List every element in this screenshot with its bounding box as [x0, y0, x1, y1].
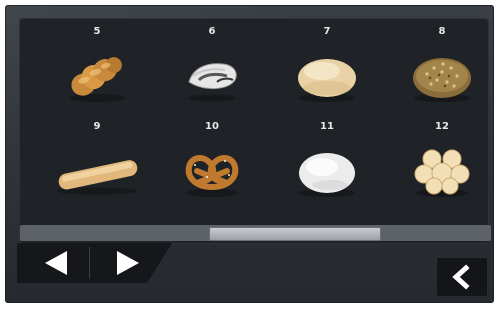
previous-page-button[interactable]	[39, 249, 75, 277]
program-number: 12	[435, 121, 449, 132]
program-number: 9	[93, 121, 101, 132]
program-number: 6	[208, 26, 216, 37]
scrollbar-thumb[interactable]	[209, 227, 381, 241]
white-roll-icon	[298, 59, 356, 102]
back-button[interactable]	[436, 257, 488, 297]
program-tile-11[interactable]: 11	[272, 113, 382, 221]
program-number: 11	[320, 121, 334, 132]
pretzel-icon	[185, 155, 239, 197]
program-tile-7[interactable]: 7	[272, 18, 382, 126]
program-tile-8[interactable]: 8	[387, 18, 494, 126]
oven-screen: 5 6 7 8 9 10 11 12	[5, 5, 494, 303]
croissant-icon	[188, 63, 237, 102]
nav-divider	[89, 247, 90, 279]
program-number: 5	[93, 26, 101, 37]
horizontal-scrollbar[interactable]	[20, 225, 491, 241]
program-tile-12[interactable]: 12	[387, 113, 494, 221]
chevron-left-icon	[452, 264, 470, 290]
program-number: 8	[438, 26, 446, 37]
flour-roll-icon	[299, 153, 355, 197]
arrow-right-icon	[117, 251, 139, 275]
program-number: 10	[205, 121, 219, 132]
braided-bread-icon	[69, 57, 125, 102]
program-grid: 5 6 7 8 9 10 11 12	[19, 18, 489, 244]
program-number: 7	[323, 26, 331, 37]
seeded-bread-icon	[413, 58, 471, 102]
page-navigation	[17, 243, 172, 283]
next-page-button[interactable]	[109, 249, 145, 277]
pull-apart-rolls-icon	[414, 149, 470, 197]
program-tile-9[interactable]: 9	[42, 113, 152, 221]
program-tile-10[interactable]: 10	[157, 113, 267, 221]
baguette-icon	[57, 160, 138, 195]
program-tile-6[interactable]: 6	[157, 18, 267, 126]
arrow-left-icon	[45, 251, 67, 275]
program-tile-5[interactable]: 5	[42, 18, 152, 126]
